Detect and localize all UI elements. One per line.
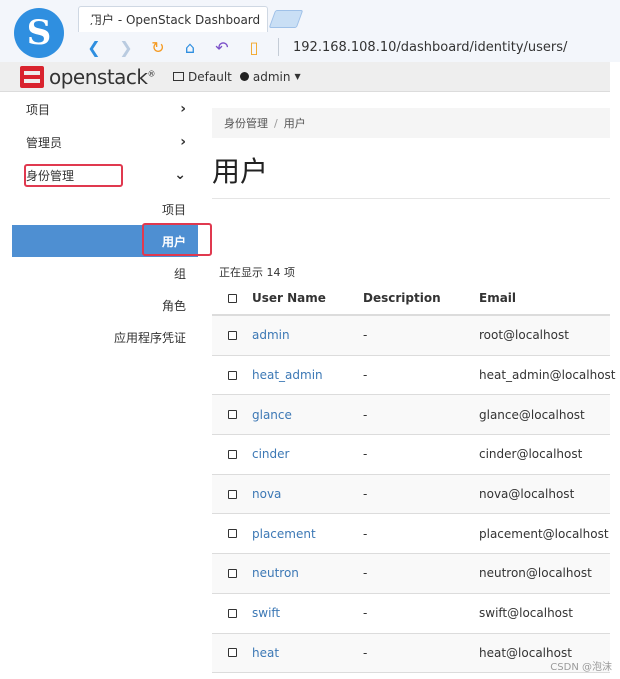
user-name: admin (252, 69, 291, 84)
browser-chrome: S 用户 - OpenStack Dashboard × ❮ ❯ ↻ ⌂ ↶ ▯… (0, 0, 620, 62)
user-email: root@localhost (479, 328, 569, 343)
user-description: - (363, 487, 368, 502)
user-name-link[interactable]: glance (252, 408, 292, 422)
breadcrumb: 身份管理 / 用户 (212, 108, 610, 138)
table-row: nova - nova@localhost (212, 474, 610, 515)
breadcrumb-separator: / (274, 116, 278, 130)
table-row: cinder - cinder@localhost (212, 435, 610, 475)
item-count: 正在显示 14 项 (219, 266, 295, 279)
project-icon (173, 72, 185, 81)
user-email: swift@localhost (479, 606, 573, 621)
tab-close-icon[interactable]: × (266, 13, 267, 27)
row-checkbox[interactable] (227, 568, 237, 578)
table-row: glance - glance@localhost (212, 395, 610, 436)
user-name-link[interactable]: heat_admin (252, 368, 323, 382)
browser-tab[interactable]: 用户 - OpenStack Dashboard × (78, 6, 268, 32)
sidebar-sub-groups[interactable]: 组 (12, 257, 198, 289)
forward-icon[interactable]: ❯ (110, 38, 142, 57)
tab-title: 用户 - OpenStack Dashboard (90, 13, 261, 27)
highlight-box-identity (24, 164, 123, 187)
table-row: heat_admin - heat_admin@localhost (212, 356, 616, 396)
user-dot-icon (239, 72, 249, 81)
user-name-link[interactable]: nova (252, 487, 281, 501)
browser-logo-icon[interactable]: S (14, 8, 64, 58)
app-header: openstack® Default admin ▼ (0, 62, 610, 92)
row-checkbox[interactable] (227, 648, 237, 658)
row-checkbox[interactable] (227, 330, 237, 340)
user-email: placement@localhost (479, 526, 609, 541)
column-header-username[interactable]: User Name (252, 291, 363, 305)
table-header: User Name Description Email (212, 282, 610, 316)
sidebar-sub-roles[interactable]: 角色 (12, 289, 198, 321)
bookmarks-icon[interactable]: ▯ (238, 38, 270, 57)
user-email: neutron@localhost (479, 566, 592, 581)
caret-down-icon: ▼ (294, 72, 301, 81)
chevron-down-icon: ⌄ (174, 167, 186, 183)
user-name-link[interactable]: swift (252, 606, 280, 620)
user-email: heat_admin@localhost (479, 368, 616, 383)
openstack-logo-icon[interactable] (20, 65, 44, 88)
project-picker[interactable]: Default admin ▼ (173, 70, 301, 84)
sidebar-item-project[interactable]: 项目 › (0, 93, 198, 125)
user-description: - (363, 606, 368, 621)
table-row: swift - swift@localhost (212, 594, 610, 634)
row-checkbox[interactable] (227, 608, 237, 618)
breadcrumb-current: 用户 (283, 117, 306, 130)
user-name-link[interactable]: neutron (252, 566, 299, 580)
chevron-right-icon: › (180, 134, 186, 150)
user-description: - (363, 566, 368, 581)
users-table: User Name Description Email admin - root@l… (212, 282, 616, 674)
address-bar[interactable]: 192.168.108.10/dashboard/identity/users/ (293, 40, 567, 55)
row-checkbox[interactable] (227, 449, 237, 459)
breadcrumb-parent[interactable]: 身份管理 (224, 115, 268, 131)
chevron-right-icon: › (180, 101, 186, 117)
sidebar-sub-projects[interactable]: 项目 (12, 193, 198, 225)
page-title: 用户 (212, 155, 269, 188)
project-name: Default (188, 69, 232, 84)
user-description: - (363, 526, 368, 541)
user-email: cinder@localhost (479, 447, 583, 462)
user-description: - (363, 368, 368, 383)
user-name-link[interactable]: placement (252, 527, 316, 541)
row-checkbox[interactable] (227, 370, 237, 380)
user-description: - (363, 407, 368, 422)
home-icon[interactable]: ⌂ (174, 38, 206, 57)
new-tab-button[interactable] (268, 10, 304, 28)
table-row: neutron - neutron@localhost (212, 554, 610, 594)
sidebar-item-admin[interactable]: 管理员 › (0, 126, 198, 158)
table-body: admin - root@localhost heat_admin - heat_admi… (212, 316, 616, 674)
sidebar: 项目 › 管理员 › 身份管理 ⌄ 项目 用户 组 角色 应用程序凭证 (0, 93, 212, 679)
watermark: CSDN @泡沫 (550, 662, 612, 673)
browser-toolbar: ❮ ❯ ↻ ⌂ ↶ ▯ 192.168.108.10/dashboard/ide… (78, 34, 567, 60)
row-checkbox[interactable] (227, 529, 237, 539)
highlight-box-users (142, 223, 212, 256)
user-name-link[interactable]: admin (252, 328, 290, 342)
toolbar-divider (278, 38, 279, 56)
user-description: - (363, 328, 368, 343)
back-icon[interactable]: ❮ (78, 38, 110, 57)
undo-icon[interactable]: ↶ (206, 38, 238, 57)
user-name-link[interactable]: cinder (252, 447, 289, 461)
row-checkbox[interactable] (227, 410, 237, 420)
user-email: glance@localhost (479, 407, 585, 422)
reload-icon[interactable]: ↻ (142, 38, 174, 57)
table-row: admin - root@localhost (212, 316, 610, 356)
user-name-link[interactable]: heat (252, 646, 279, 660)
user-description: - (363, 645, 368, 660)
brand-name[interactable]: openstack® (49, 65, 155, 89)
sidebar-sub-app-credentials[interactable]: 应用程序凭证 (12, 321, 198, 353)
select-all-checkbox[interactable] (227, 293, 237, 303)
user-email: nova@localhost (479, 487, 575, 502)
column-header-description[interactable]: Description (363, 291, 479, 305)
row-checkbox[interactable] (227, 489, 237, 499)
title-divider (212, 198, 610, 199)
user-description: - (363, 447, 368, 462)
table-row: placement - placement@localhost (212, 514, 610, 555)
column-header-email[interactable]: Email (479, 291, 610, 305)
